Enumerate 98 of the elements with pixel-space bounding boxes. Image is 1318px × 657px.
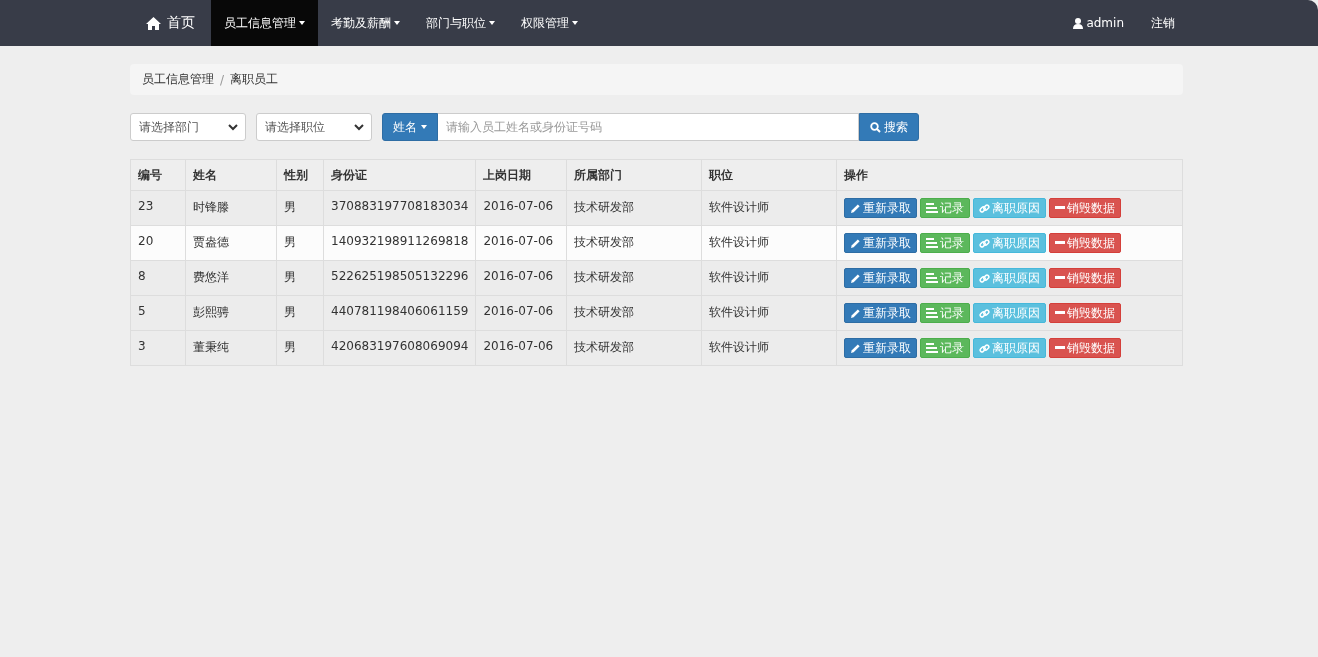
destroy-button[interactable]: 销毁数据 [1049, 233, 1122, 253]
destroy-button[interactable]: 销毁数据 [1049, 338, 1122, 358]
record-button[interactable]: 记录 [920, 268, 971, 288]
table-cell: 140932198911269818 [323, 225, 476, 261]
column-header: 所属部门 [566, 159, 702, 191]
pencil-icon [850, 307, 862, 319]
nav-menu[interactable]: 权限管理 [508, 0, 591, 46]
table-cell: 男 [276, 225, 324, 261]
logout-link[interactable]: 注销 [1137, 0, 1188, 46]
chevron-down-icon [228, 123, 238, 131]
position-select[interactable]: 请选择职位 [256, 113, 372, 141]
pencil-icon [850, 237, 862, 249]
table-cell: 技术研发部 [566, 295, 702, 331]
breadcrumb-item[interactable]: 员工信息管理 [142, 71, 214, 88]
table-cell: 8 [130, 260, 186, 296]
table-cell: 420683197608069094 [323, 330, 476, 366]
table-cell: 23 [130, 190, 186, 226]
destroy-button[interactable]: 销毁数据 [1049, 198, 1122, 218]
link-icon [979, 202, 991, 214]
link-icon [979, 272, 991, 284]
column-header: 操作 [836, 159, 1183, 191]
rehire-button[interactable]: 重新录取 [844, 233, 918, 253]
list-icon [926, 238, 939, 248]
column-header: 职位 [701, 159, 837, 191]
link-icon [979, 307, 991, 319]
table-cell: 技术研发部 [566, 260, 702, 296]
list-icon [926, 273, 939, 283]
pencil-icon [850, 272, 862, 284]
rehire-button[interactable]: 重新录取 [844, 338, 918, 358]
record-button[interactable]: 记录 [920, 198, 971, 218]
rehire-button[interactable]: 重新录取 [844, 268, 918, 288]
minus-icon [1055, 346, 1066, 350]
pencil-icon [850, 202, 862, 214]
table-cell: 彭熙骋 [185, 295, 277, 331]
destroy-button[interactable]: 销毁数据 [1049, 268, 1122, 288]
minus-icon [1055, 276, 1066, 280]
table-cell: 3 [130, 330, 186, 366]
rehire-button[interactable]: 重新录取 [844, 198, 918, 218]
search-by-dropdown[interactable]: 姓名 [382, 113, 438, 141]
table-cell: 技术研发部 [566, 330, 702, 366]
table-cell: 2016-07-06 [475, 225, 567, 261]
table-cell: 5 [130, 295, 186, 331]
column-header: 性别 [276, 159, 324, 191]
column-header: 身份证 [323, 159, 476, 191]
table-cell: 2016-07-06 [475, 260, 567, 296]
nav-menu[interactable]: 考勤及薪酬 [318, 0, 413, 46]
search-button[interactable]: 搜索 [859, 113, 919, 141]
breadcrumb-item: 离职员工 [230, 71, 279, 88]
table-cell: 软件设计师 [701, 330, 837, 366]
table-cell: 技术研发部 [566, 190, 702, 226]
department-select[interactable]: 请选择部门 [130, 113, 246, 141]
home-link[interactable]: 首页 [130, 0, 211, 46]
minus-icon [1055, 241, 1066, 245]
column-header: 编号 [130, 159, 186, 191]
record-button[interactable]: 记录 [920, 233, 971, 253]
table-cell: 软件设计师 [701, 295, 837, 331]
nav-menu[interactable]: 员工信息管理 [211, 0, 318, 46]
table-cell: 男 [276, 190, 324, 226]
nav-menu[interactable]: 部门与职位 [413, 0, 508, 46]
list-icon [926, 343, 939, 353]
minus-icon [1055, 206, 1066, 210]
table-cell: 时锋滕 [185, 190, 277, 226]
table-cell: 2016-07-06 [475, 295, 567, 331]
search-field[interactable]: 请输入员工姓名或身份证号码 [438, 113, 859, 141]
column-header: 姓名 [185, 159, 277, 191]
list-icon [926, 203, 939, 213]
chevron-down-icon [354, 123, 364, 131]
table-cell: 男 [276, 260, 324, 296]
table-cell: 2016-07-06 [475, 190, 567, 226]
link-icon [979, 237, 991, 249]
list-icon [926, 308, 939, 318]
user-link[interactable]: admin [1060, 0, 1137, 46]
rehire-button[interactable]: 重新录取 [844, 303, 918, 323]
table-cell: 20 [130, 225, 186, 261]
table-cell: 费悠洋 [185, 260, 277, 296]
column-header: 上岗日期 [475, 159, 567, 191]
table-cell: 董秉纯 [185, 330, 277, 366]
user-icon [1073, 17, 1084, 29]
table-cell: 2016-07-06 [475, 330, 567, 366]
table-cell: 370883197708183034 [323, 190, 476, 226]
table-cell: 软件设计师 [701, 260, 837, 296]
home-icon [146, 16, 161, 30]
record-button[interactable]: 记录 [920, 303, 971, 323]
minus-icon [1055, 311, 1066, 315]
table-cell: 男 [276, 295, 324, 331]
search-icon [870, 121, 881, 133]
table-cell: 440781198406061159 [323, 295, 476, 331]
breadcrumb-separator: / [220, 72, 225, 87]
destroy-button[interactable]: 销毁数据 [1049, 303, 1122, 323]
table-cell: 软件设计师 [701, 225, 837, 261]
pencil-icon [850, 342, 862, 354]
table-cell: 技术研发部 [566, 225, 702, 261]
link-icon [979, 342, 991, 354]
table-cell: 软件设计师 [701, 190, 837, 226]
table-cell: 522625198505132296 [323, 260, 476, 296]
table-cell: 男 [276, 330, 324, 366]
record-button[interactable]: 记录 [920, 338, 971, 358]
table-cell: 贾盎德 [185, 225, 277, 261]
